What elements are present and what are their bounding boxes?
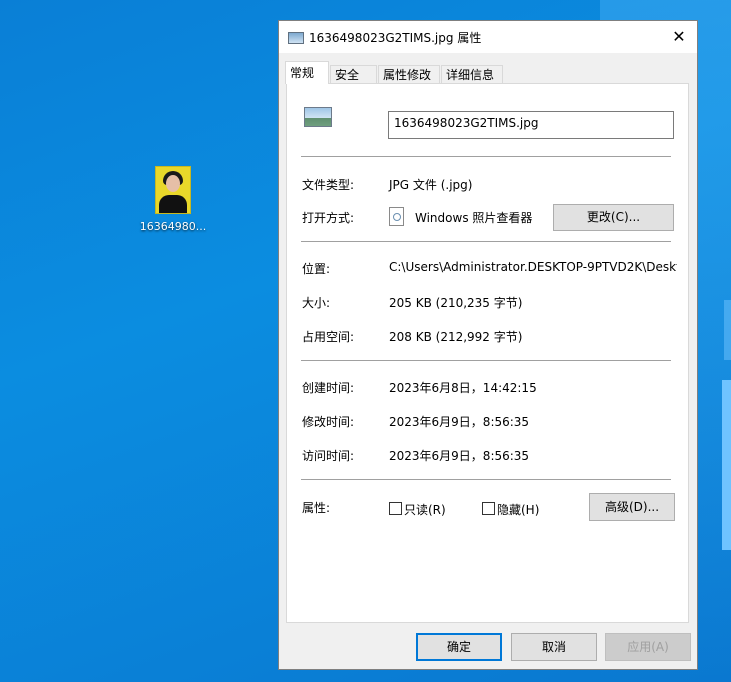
file-type-label: 文件类型:	[302, 178, 355, 192]
open-with-label: 打开方式:	[302, 211, 355, 225]
divider	[301, 241, 671, 242]
title-bar[interactable]: 1636498023G2TIMS.jpg 属性 ✕	[279, 21, 697, 53]
created-label: 创建时间:	[302, 381, 355, 395]
modified-value: 2023年6月9日，8:56:35	[389, 415, 530, 429]
readonly-checkbox[interactable]	[389, 502, 402, 515]
desktop-window-logo-edge-2	[724, 300, 731, 360]
close-button[interactable]: ✕	[661, 21, 697, 53]
desktop-window-logo-edge	[722, 380, 731, 550]
size-value: 205 KB (210,235 字节)	[389, 296, 523, 310]
image-file-icon	[288, 32, 304, 44]
divider	[301, 479, 671, 480]
disk-size-value: 208 KB (212,992 字节)	[389, 330, 523, 344]
created-value: 2023年6月8日，14:42:15	[389, 381, 537, 395]
file-type-value: JPG 文件 (.jpg)	[389, 178, 473, 192]
divider	[301, 156, 671, 157]
modified-label: 修改时间:	[302, 415, 355, 429]
advanced-button[interactable]: 高级(D)...	[589, 493, 675, 521]
ok-button[interactable]: 确定	[416, 633, 502, 661]
readonly-label[interactable]: 只读(R)	[404, 501, 446, 518]
accessed-value: 2023年6月9日，8:56:35	[389, 449, 530, 463]
photo-viewer-icon	[389, 207, 404, 226]
hidden-checkbox[interactable]	[482, 502, 495, 515]
tab-details[interactable]: 详细信息	[441, 65, 503, 83]
photo-thumbnail-icon	[155, 166, 191, 214]
size-label: 大小:	[302, 296, 331, 310]
general-page: 1636498023G2TIMS.jpg 文件类型: JPG 文件 (.jpg)…	[286, 83, 689, 623]
image-file-icon	[304, 107, 332, 127]
location-label: 位置:	[302, 262, 331, 276]
divider	[301, 360, 671, 361]
open-with-value: Windows 照片查看器	[415, 211, 533, 225]
cancel-button[interactable]: 取消	[511, 633, 597, 661]
location-value: C:\Users\Administrator.DESKTOP-9PTVD2K\D…	[389, 260, 677, 274]
apply-button[interactable]: 应用(A)	[605, 633, 691, 661]
properties-dialog: 1636498023G2TIMS.jpg 属性 ✕ 常规 安全 属性修改 详细信…	[278, 20, 698, 670]
desktop-file-label: 16364980...	[139, 220, 207, 233]
disk-size-label: 占用空间:	[302, 330, 355, 344]
hidden-label[interactable]: 隐藏(H)	[497, 501, 539, 518]
accessed-label: 访问时间:	[302, 449, 355, 463]
desktop-file-icon[interactable]: 16364980...	[138, 166, 208, 233]
attributes-label: 属性:	[302, 501, 331, 515]
change-button[interactable]: 更改(C)...	[553, 204, 674, 231]
tab-security[interactable]: 安全	[330, 65, 377, 83]
filename-input[interactable]: 1636498023G2TIMS.jpg	[388, 111, 674, 139]
dialog-title: 1636498023G2TIMS.jpg 属性	[309, 31, 482, 45]
tab-general[interactable]: 常规	[285, 61, 329, 84]
tab-attribute-modify[interactable]: 属性修改	[378, 65, 440, 83]
